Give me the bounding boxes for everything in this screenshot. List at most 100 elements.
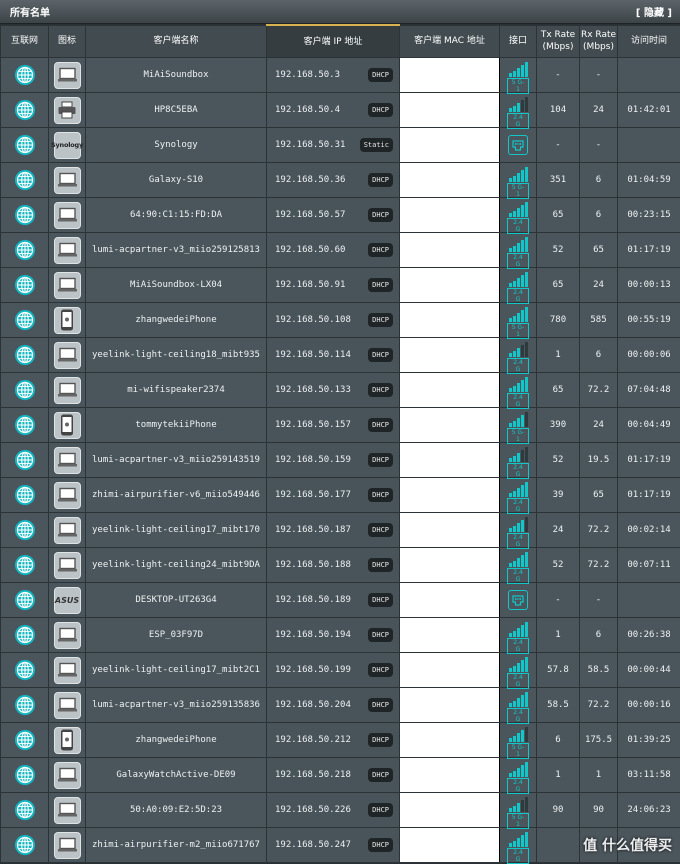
internet-cell[interactable] [1,58,49,93]
device-icon-cell[interactable] [49,163,86,198]
internet-cell[interactable] [1,268,49,303]
laptop-icon[interactable] [54,447,81,474]
client-name[interactable]: MiAiSoundbox [86,58,267,93]
asus-icon[interactable]: ASUS [54,587,81,614]
globe-icon[interactable] [14,764,36,786]
globe-icon[interactable] [14,134,36,156]
client-row[interactable]: zhimi-airpurifier-v6_miio549446192.168.5… [1,478,680,513]
header-access-time[interactable]: 访问时间 [618,25,680,58]
client-name[interactable]: zhimi-airpurifier-v6_miio549446 [86,478,267,513]
globe-icon[interactable] [14,204,36,226]
device-icon-cell[interactable] [49,618,86,653]
internet-cell[interactable] [1,583,49,618]
laptop-icon[interactable] [54,167,81,194]
client-name[interactable]: yeelink-light-ceiling17_mibt170 [86,513,267,548]
globe-icon[interactable] [14,99,36,121]
laptop-icon[interactable] [54,482,81,509]
client-name[interactable]: lumi-acpartner-v3_miio259125813 [86,233,267,268]
internet-cell[interactable] [1,373,49,408]
header-internet[interactable]: 互联网 [1,25,49,58]
laptop-icon[interactable] [54,517,81,544]
client-name[interactable]: yeelink-light-ceiling18_mibt935 [86,338,267,373]
globe-icon[interactable] [14,309,36,331]
globe-icon[interactable] [14,799,36,821]
client-name[interactable]: lumi-acpartner-v3_miio259143519 [86,443,267,478]
client-row[interactable]: zhangwedeiPhone192.168.50.212DHCP5 G-161… [1,723,680,758]
laptop-icon[interactable] [54,692,81,719]
client-row[interactable]: 50:A0:09:E2:5D:23192.168.50.226DHCP5 G-1… [1,793,680,828]
internet-cell[interactable] [1,653,49,688]
client-row[interactable]: mi-wifispeaker2374192.168.50.133DHCP2.4 … [1,373,680,408]
client-name[interactable]: Synology [86,128,267,163]
globe-icon[interactable] [14,274,36,296]
device-icon-cell[interactable] [49,793,86,828]
device-icon-cell[interactable] [49,408,86,443]
device-icon-cell[interactable] [49,338,86,373]
internet-cell[interactable] [1,408,49,443]
client-row[interactable]: yeelink-light-ceiling24_mibt9DA192.168.5… [1,548,680,583]
internet-cell[interactable] [1,618,49,653]
header-interface[interactable]: 接口 [500,25,537,58]
internet-cell[interactable] [1,478,49,513]
client-row[interactable]: ASUSDESKTOP-UT263G4192.168.50.189DHCP-- [1,583,680,618]
device-icon-cell[interactable] [49,548,86,583]
client-name[interactable]: ESP_03F97D [86,618,267,653]
header-rx-rate[interactable]: Rx Rate (Mbps) [580,25,618,58]
internet-cell[interactable] [1,758,49,793]
printer-icon[interactable] [54,97,81,124]
internet-cell[interactable] [1,128,49,163]
device-icon-cell[interactable] [49,758,86,793]
globe-icon[interactable] [14,659,36,681]
client-name[interactable]: zhangwedeiPhone [86,303,267,338]
globe-icon[interactable] [14,484,36,506]
globe-icon[interactable] [14,64,36,86]
internet-cell[interactable] [1,198,49,233]
device-icon-cell[interactable] [49,653,86,688]
internet-cell[interactable] [1,688,49,723]
internet-cell[interactable] [1,233,49,268]
globe-icon[interactable] [14,554,36,576]
laptop-icon[interactable] [54,237,81,264]
header-client-name[interactable]: 客户端名称 [86,25,267,58]
laptop-icon[interactable] [54,552,81,579]
globe-icon[interactable] [14,729,36,751]
internet-cell[interactable] [1,793,49,828]
client-row[interactable]: MiAiSoundbox192.168.50.3DHCP5 G-1-- [1,58,680,93]
client-row[interactable]: HP8C5EBA192.168.50.4DHCP2.4 G1042401:42:… [1,93,680,128]
device-icon-cell[interactable] [49,93,86,128]
phone-icon[interactable] [54,307,81,334]
client-name[interactable]: DESKTOP-UT263G4 [86,583,267,618]
globe-icon[interactable] [14,169,36,191]
client-row[interactable]: yeelink-light-ceiling18_mibt935192.168.5… [1,338,680,373]
hide-button[interactable]: [ 隐藏 ] [636,4,672,19]
client-row[interactable]: SynologySynology192.168.50.31Static-- [1,128,680,163]
client-name[interactable]: 50:A0:09:E2:5D:23 [86,793,267,828]
phone-icon[interactable] [54,412,81,439]
client-row[interactable]: yeelink-light-ceiling17_mibt170192.168.5… [1,513,680,548]
client-row[interactable]: MiAiSoundbox-LX04192.168.50.91DHCP2.4 G6… [1,268,680,303]
laptop-icon[interactable] [54,342,81,369]
laptop-icon[interactable] [54,272,81,299]
client-row[interactable]: ESP_03F97D192.168.50.194DHCP2.4 G1600:26… [1,618,680,653]
laptop-icon[interactable] [54,622,81,649]
device-icon-cell[interactable] [49,723,86,758]
client-name[interactable]: tommytekiiPhone [86,408,267,443]
device-icon-cell[interactable]: ASUS [49,583,86,618]
header-icon[interactable]: 图标 [49,25,86,58]
device-icon-cell[interactable] [49,58,86,93]
client-row[interactable]: yeelink-light-ceiling17_mibt2C1192.168.5… [1,653,680,688]
client-name[interactable]: lumi-acpartner-v3_miio259135836 [86,688,267,723]
internet-cell[interactable] [1,93,49,128]
internet-cell[interactable] [1,163,49,198]
client-name[interactable]: zhangwedeiPhone [86,723,267,758]
client-row[interactable]: zhimi-airpurifier-m2_miio671767192.168.5… [1,828,680,863]
internet-cell[interactable] [1,723,49,758]
client-row[interactable]: 64:90:C1:15:FD:DA192.168.50.57DHCP2.4 G6… [1,198,680,233]
client-row[interactable]: GalaxyWatchActive-DE09192.168.50.218DHCP… [1,758,680,793]
header-client-mac[interactable]: 客户端 MAC 地址 [400,25,500,58]
internet-cell[interactable] [1,548,49,583]
globe-icon[interactable] [14,694,36,716]
internet-cell[interactable] [1,303,49,338]
synology-icon[interactable]: Synology [54,132,81,159]
laptop-icon[interactable] [54,762,81,789]
